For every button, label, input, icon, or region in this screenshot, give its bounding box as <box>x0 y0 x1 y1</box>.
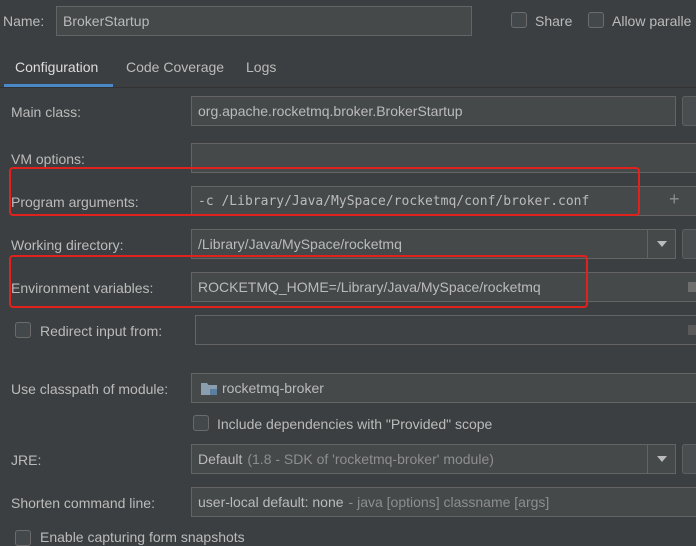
jre-dropdown-button[interactable] <box>647 445 675 473</box>
vm-options-label: VM options: <box>11 151 85 167</box>
shorten-command-line-detail: - java [options] classname [args] <box>348 494 550 510</box>
share-label: Share <box>535 13 573 29</box>
module-folder-icon <box>201 382 217 395</box>
tab-logs[interactable]: Logs <box>246 59 276 75</box>
jre-value-detail: (1.8 - SDK of 'rocketmq-broker' module) <box>247 451 494 467</box>
redirect-input-label: Redirect input from: <box>40 323 163 339</box>
jre-browse-button[interactable] <box>682 444 696 474</box>
name-label: Name: <box>3 13 45 29</box>
share-checkbox[interactable] <box>511 12 527 28</box>
highlight-environment-variables <box>9 255 588 308</box>
main-class-browse-button[interactable] <box>682 96 696 126</box>
include-provided-label: Include dependencies with "Provided" sco… <box>217 416 493 432</box>
shorten-command-line-select[interactable]: user-local default: none - java [options… <box>191 487 696 517</box>
name-input[interactable]: BrokerStartup <box>56 6 472 36</box>
main-class-label: Main class: <box>11 104 82 120</box>
main-class-value: org.apache.rocketmq.broker.BrokerStartup <box>198 103 463 119</box>
redirect-input-checkbox[interactable] <box>15 322 31 338</box>
redirect-input-field[interactable] <box>195 315 696 345</box>
shorten-command-line-main: user-local default: none <box>198 494 344 510</box>
classpath-module-value: rocketmq-broker <box>222 380 324 396</box>
chevron-down-icon <box>656 456 667 462</box>
working-directory-dropdown-button[interactable] <box>647 230 675 258</box>
browse-file-icon[interactable] <box>688 325 696 335</box>
allow-parallel-checkbox[interactable] <box>588 12 604 28</box>
working-directory-browse-button[interactable] <box>682 229 696 259</box>
jre-label: JRE: <box>11 452 42 468</box>
tab-code-coverage[interactable]: Code Coverage <box>126 59 224 75</box>
capturing-snapshots-checkbox[interactable] <box>15 530 31 546</box>
chevron-down-icon <box>656 241 667 247</box>
edit-variables-icon[interactable] <box>688 282 696 292</box>
tab-divider <box>0 87 696 88</box>
name-input-value: BrokerStartup <box>63 13 150 29</box>
main-class-input[interactable]: org.apache.rocketmq.broker.BrokerStartup <box>191 96 676 126</box>
expand-plus-icon[interactable]: + <box>669 189 680 210</box>
include-provided-checkbox[interactable] <box>193 415 209 431</box>
highlight-program-arguments <box>9 167 640 216</box>
classpath-module-select[interactable]: rocketmq-broker <box>191 373 696 403</box>
jre-value-main: Default <box>198 451 243 467</box>
working-directory-value: /Library/Java/MySpace/rocketmq <box>198 236 402 252</box>
classpath-module-label: Use classpath of module: <box>11 381 169 397</box>
tab-configuration[interactable]: Configuration <box>15 59 98 75</box>
shorten-command-line-label: Shorten command line: <box>11 495 155 511</box>
allow-parallel-label: Allow paralle <box>612 13 692 29</box>
capturing-snapshots-label: Enable capturing form snapshots <box>40 529 245 545</box>
working-directory-label: Working directory: <box>11 237 124 253</box>
jre-select[interactable]: Default (1.8 - SDK of 'rocketmq-broker' … <box>191 444 676 474</box>
